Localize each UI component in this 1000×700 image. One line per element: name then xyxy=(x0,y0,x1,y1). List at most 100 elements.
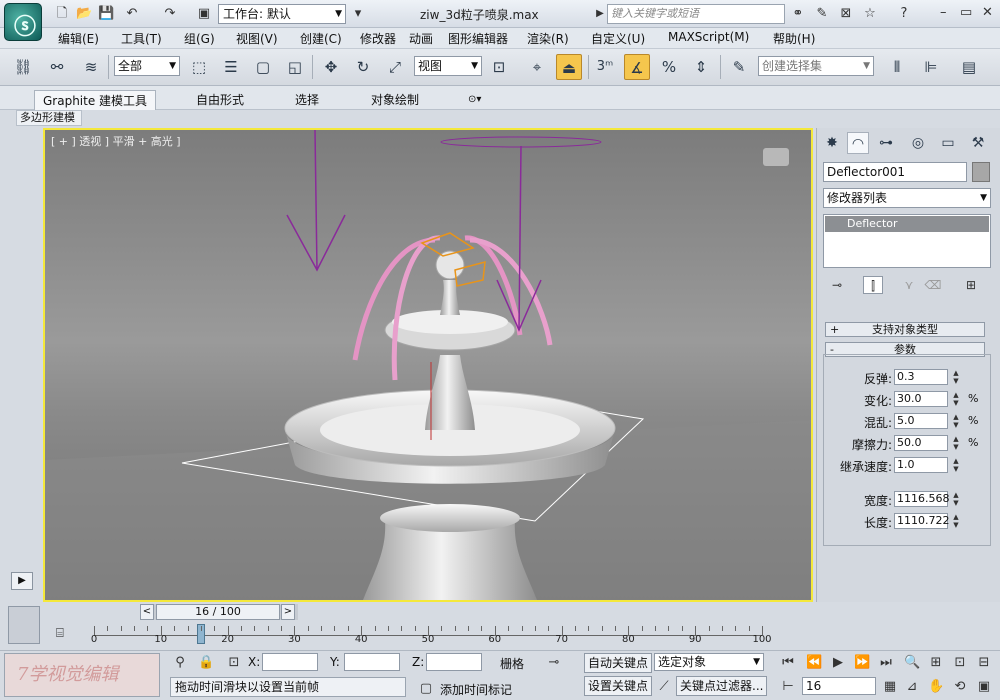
time-slider[interactable]: 16 / 100 xyxy=(156,604,280,620)
curve-editor-icon[interactable]: ⌸ xyxy=(56,626,64,641)
open-file-icon[interactable]: 📂 xyxy=(76,6,92,22)
restore-icon[interactable]: ▭ xyxy=(960,5,972,20)
redo-icon[interactable]: ↷ xyxy=(162,6,178,22)
spinner-icon[interactable]: ▲ ▼ xyxy=(951,513,961,529)
align-icon[interactable]: ⊫ xyxy=(918,54,944,80)
select-and-manipulate-icon[interactable]: ⌖ xyxy=(524,54,550,80)
angle-snap-icon[interactable]: ∡ xyxy=(624,54,650,80)
search-input[interactable]: 键入关键字或短语 xyxy=(607,4,785,24)
spinner-icon[interactable]: ▲ ▼ xyxy=(951,369,961,385)
communication-center-icon[interactable]: ⊠ xyxy=(838,6,854,22)
bounce-input[interactable]: 0.3 xyxy=(894,369,948,385)
configure-modifier-sets-icon[interactable]: ⊞ xyxy=(961,276,981,294)
tab-object-paint[interactable]: 对象绘制 xyxy=(363,90,427,110)
menu-help[interactable]: 帮助(H) xyxy=(773,30,815,47)
spinner-icon[interactable]: ▲ ▼ xyxy=(951,413,961,429)
maximize-viewport-icon[interactable]: ▣ xyxy=(976,679,992,694)
field-of-view-icon[interactable]: ⊿ xyxy=(904,679,920,694)
quick-access-dropdown-icon[interactable]: ▾ xyxy=(350,6,366,22)
lock-icon[interactable]: 🔒 xyxy=(198,655,214,670)
select-by-name-icon[interactable]: ☰ xyxy=(218,54,244,80)
chaos-input[interactable]: 5.0 xyxy=(894,413,948,429)
create-tab-icon[interactable]: ✸ xyxy=(821,132,843,154)
time-configuration-icon[interactable]: ▦ xyxy=(882,679,898,694)
current-frame-field[interactable]: 16 xyxy=(802,677,876,695)
spinner-icon[interactable]: ▲ ▼ xyxy=(951,457,961,473)
spinner-icon[interactable]: ▲ ▼ xyxy=(951,491,961,507)
display-tab-icon[interactable]: ▭ xyxy=(937,132,959,154)
pan-view-icon[interactable]: ✋ xyxy=(928,679,944,694)
zoom-all-icon[interactable]: ⊞ xyxy=(928,655,944,670)
project-folder-icon[interactable]: ▣ xyxy=(196,6,212,22)
prev-key-icon[interactable]: ⏪ xyxy=(806,655,822,670)
minimize-icon[interactable]: – xyxy=(940,5,947,20)
search-expand-icon[interactable]: ▶ xyxy=(592,6,608,22)
length-input[interactable]: 1110.722 xyxy=(894,513,950,529)
tab-graphite-modeling[interactable]: Graphite 建模工具 xyxy=(34,90,157,110)
select-and-move-icon[interactable]: ✥ xyxy=(318,54,344,80)
menu-animation[interactable]: 动画 xyxy=(409,30,433,47)
bind-space-warp-icon[interactable]: ≋ xyxy=(78,54,104,80)
inherit-velocity-input[interactable]: 1.0 xyxy=(894,457,948,473)
favorites-icon[interactable]: ☆ xyxy=(862,6,878,22)
play-animation-icon[interactable]: ▶ xyxy=(830,655,846,670)
ribbon-options-icon[interactable]: ⊙▾ xyxy=(460,90,489,110)
track-bar[interactable]: ⌸ 0 10 20 30 40 50 60 70 80 90 100 xyxy=(42,622,772,650)
spinner-icon[interactable]: ▲ ▼ xyxy=(951,391,961,407)
unlink-icon[interactable]: ⚯ xyxy=(44,54,70,80)
select-and-link-icon[interactable]: ⛓ xyxy=(10,54,36,80)
goto-start-icon[interactable]: ⏮ xyxy=(780,655,796,670)
absolute-mode-icon[interactable]: ⊡ xyxy=(226,655,242,670)
selection-lock-icon[interactable]: ⚲ xyxy=(172,655,188,670)
z-coordinate-field[interactable] xyxy=(426,653,482,671)
binoculars-icon[interactable]: ⚭ xyxy=(790,6,806,22)
maxscript-listener-box[interactable]: 7学视觉编辑 xyxy=(4,653,160,697)
workspace-dropdown[interactable]: 工作台: 默认 ▼ xyxy=(218,4,346,24)
rollout-supported-objects[interactable]: + 支持对象类型 xyxy=(825,322,985,337)
reference-coordinate-dropdown[interactable]: 视图 ▼ xyxy=(414,56,482,76)
keyboard-shortcut-override-icon[interactable]: ⏏ xyxy=(556,54,582,80)
menu-customize[interactable]: 自定义(U) xyxy=(591,30,645,47)
add-time-tag[interactable]: 添加时间标记 xyxy=(440,681,512,698)
friction-input[interactable]: 50.0 xyxy=(894,435,948,451)
key-mode-icon[interactable]: ⊢ xyxy=(780,679,796,694)
width-input[interactable]: 1116.568 xyxy=(894,491,950,507)
save-file-icon[interactable]: 💾 xyxy=(98,6,114,22)
menu-maxscript[interactable]: MAXScript(M) xyxy=(668,30,749,44)
named-selection-dropdown[interactable]: 创建选择集 ▼ xyxy=(758,56,874,76)
select-and-scale-icon[interactable]: ⤢ xyxy=(382,54,408,80)
layer-manager-icon[interactable]: ▤ xyxy=(956,54,982,80)
object-color-swatch[interactable] xyxy=(972,162,990,182)
polygon-modeling-panel[interactable]: 多边形建模 xyxy=(16,110,82,126)
menu-graph-editors[interactable]: 图形编辑器 xyxy=(448,30,508,47)
next-frame-icon[interactable]: > xyxy=(281,604,295,620)
key-filters-button[interactable]: 关键点过滤器... xyxy=(676,676,768,696)
next-key-icon[interactable]: ⏩ xyxy=(854,655,870,670)
stack-item-deflector[interactable]: Deflector xyxy=(825,216,989,232)
orbit-icon[interactable]: ⟲ xyxy=(952,679,968,694)
rectangular-selection-icon[interactable]: ▢ xyxy=(250,54,276,80)
close-icon[interactable]: ✕ xyxy=(982,5,993,20)
menu-modifiers[interactable]: 修改器 xyxy=(360,30,396,47)
zoom-icon[interactable]: 🔍 xyxy=(904,655,920,670)
menu-rendering[interactable]: 渲染(R) xyxy=(527,30,569,47)
select-and-rotate-icon[interactable]: ↻ xyxy=(350,54,376,80)
remove-modifier-icon[interactable]: ⌫ xyxy=(923,276,943,294)
subscription-icon[interactable]: ✎ xyxy=(814,6,830,22)
set-key-button[interactable]: 设置关键点 xyxy=(584,676,653,696)
prev-frame-icon[interactable]: < xyxy=(140,604,154,620)
zoom-extents-icon[interactable]: ⊡ xyxy=(952,655,968,670)
pivot-center-icon[interactable]: ⊡ xyxy=(486,54,512,80)
tab-selection[interactable]: 选择 xyxy=(287,90,327,110)
spinner-snap-icon[interactable]: ⇕ xyxy=(688,54,714,80)
spinner-icon[interactable]: ▲ ▼ xyxy=(951,435,961,451)
viewcube-icon[interactable] xyxy=(763,148,789,166)
utilities-tab-icon[interactable]: ⚒ xyxy=(967,132,989,154)
x-coordinate-field[interactable] xyxy=(262,653,318,671)
undo-icon[interactable]: ↶ xyxy=(124,6,140,22)
menu-edit[interactable]: 编辑(E) xyxy=(58,30,99,47)
variation-input[interactable]: 30.0 xyxy=(894,391,948,407)
menu-group[interactable]: 组(G) xyxy=(184,30,215,47)
window-crossing-icon[interactable]: ◱ xyxy=(282,54,308,80)
app-menu-button[interactable]: ⓢ xyxy=(4,3,42,41)
